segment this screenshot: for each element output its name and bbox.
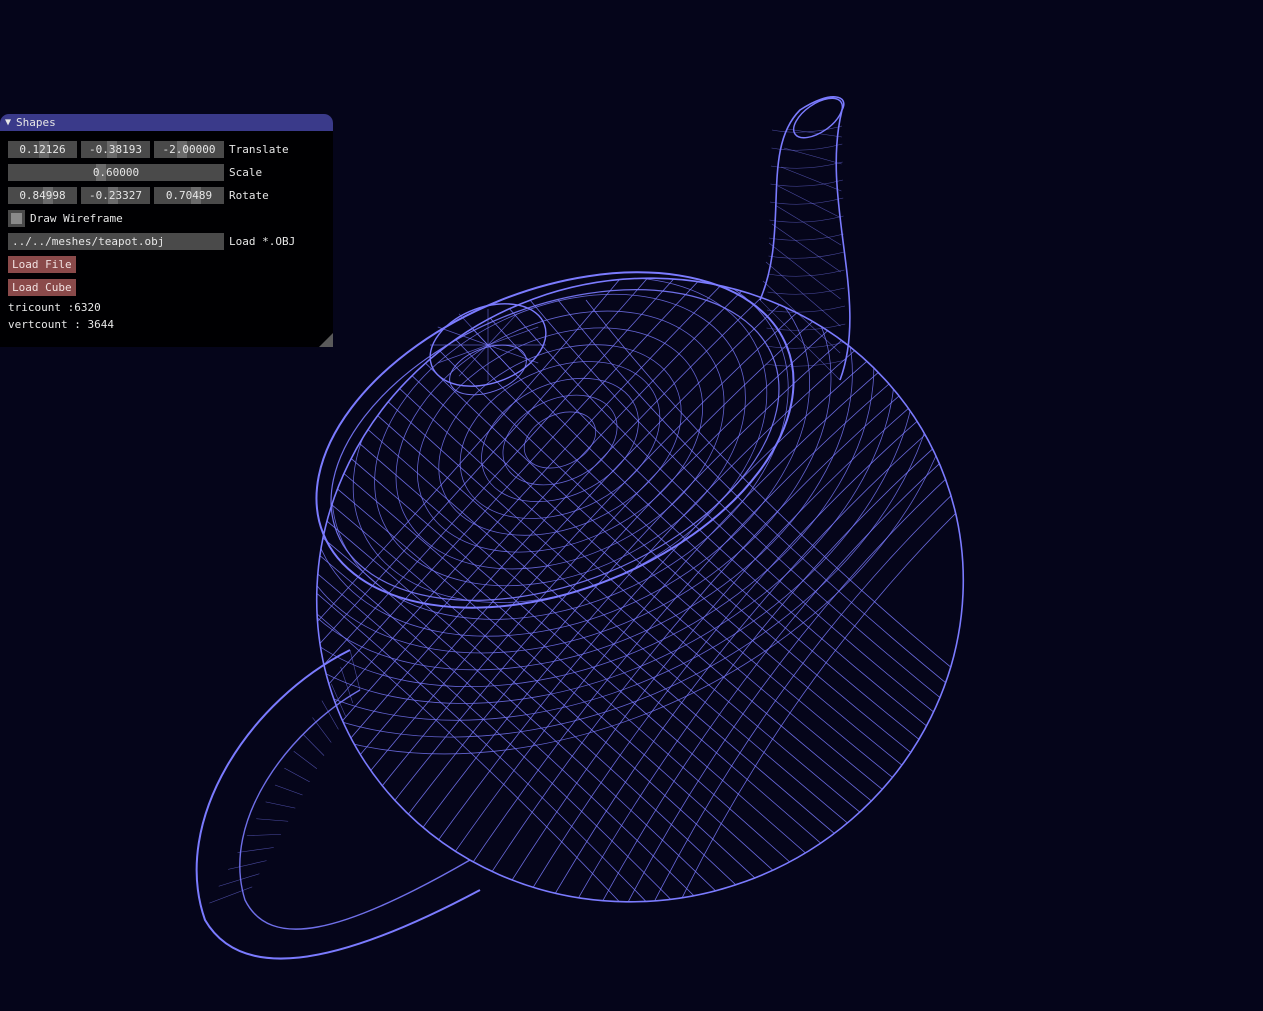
- load-file-button[interactable]: Load File: [8, 256, 76, 273]
- scale-row: 0.60000 Scale: [8, 164, 262, 181]
- rotate-x-field[interactable]: 0.84998: [8, 187, 77, 204]
- load-cube-row: Load Cube: [8, 279, 76, 296]
- draw-wireframe-label: Draw Wireframe: [30, 212, 123, 225]
- wireframe-row: Draw Wireframe: [8, 210, 123, 227]
- load-cube-button[interactable]: Load Cube: [8, 279, 76, 296]
- obj-row: ../../meshes/teapot.obj Load *.OBJ: [8, 233, 295, 250]
- draw-wireframe-checkbox[interactable]: [8, 210, 25, 227]
- translate-row: 0.12126 -0.38193 -2.00000 Translate: [8, 141, 289, 158]
- tricount-text: tricount :6320: [8, 301, 101, 314]
- translate-x-field[interactable]: 0.12126: [8, 141, 77, 158]
- scale-field[interactable]: 0.60000: [8, 164, 224, 181]
- translate-y-field[interactable]: -0.38193: [81, 141, 150, 158]
- panel-title: Shapes: [16, 116, 56, 129]
- rotate-y-field[interactable]: -0.23327: [81, 187, 150, 204]
- translate-label: Translate: [229, 143, 289, 156]
- obj-path-input[interactable]: ../../meshes/teapot.obj: [8, 233, 224, 250]
- rotate-z-field[interactable]: 0.70489: [154, 187, 224, 204]
- load-file-row: Load File: [8, 256, 76, 273]
- rotate-label: Rotate: [229, 189, 269, 202]
- translate-z-field[interactable]: -2.00000: [154, 141, 224, 158]
- scale-label: Scale: [229, 166, 263, 179]
- resize-grip[interactable]: [319, 333, 333, 347]
- panel-titlebar[interactable]: ▼ Shapes: [0, 114, 333, 131]
- rotate-row: 0.84998 -0.23327 0.70489 Rotate: [8, 187, 269, 204]
- load-obj-label: Load *.OBJ: [229, 235, 296, 248]
- triangle-down-icon[interactable]: ▼: [5, 117, 11, 128]
- vertcount-text: vertcount : 3644: [8, 318, 114, 331]
- shapes-panel: ▼ Shapes 0.12126 -0.38193 -2.00000 Trans…: [0, 114, 333, 347]
